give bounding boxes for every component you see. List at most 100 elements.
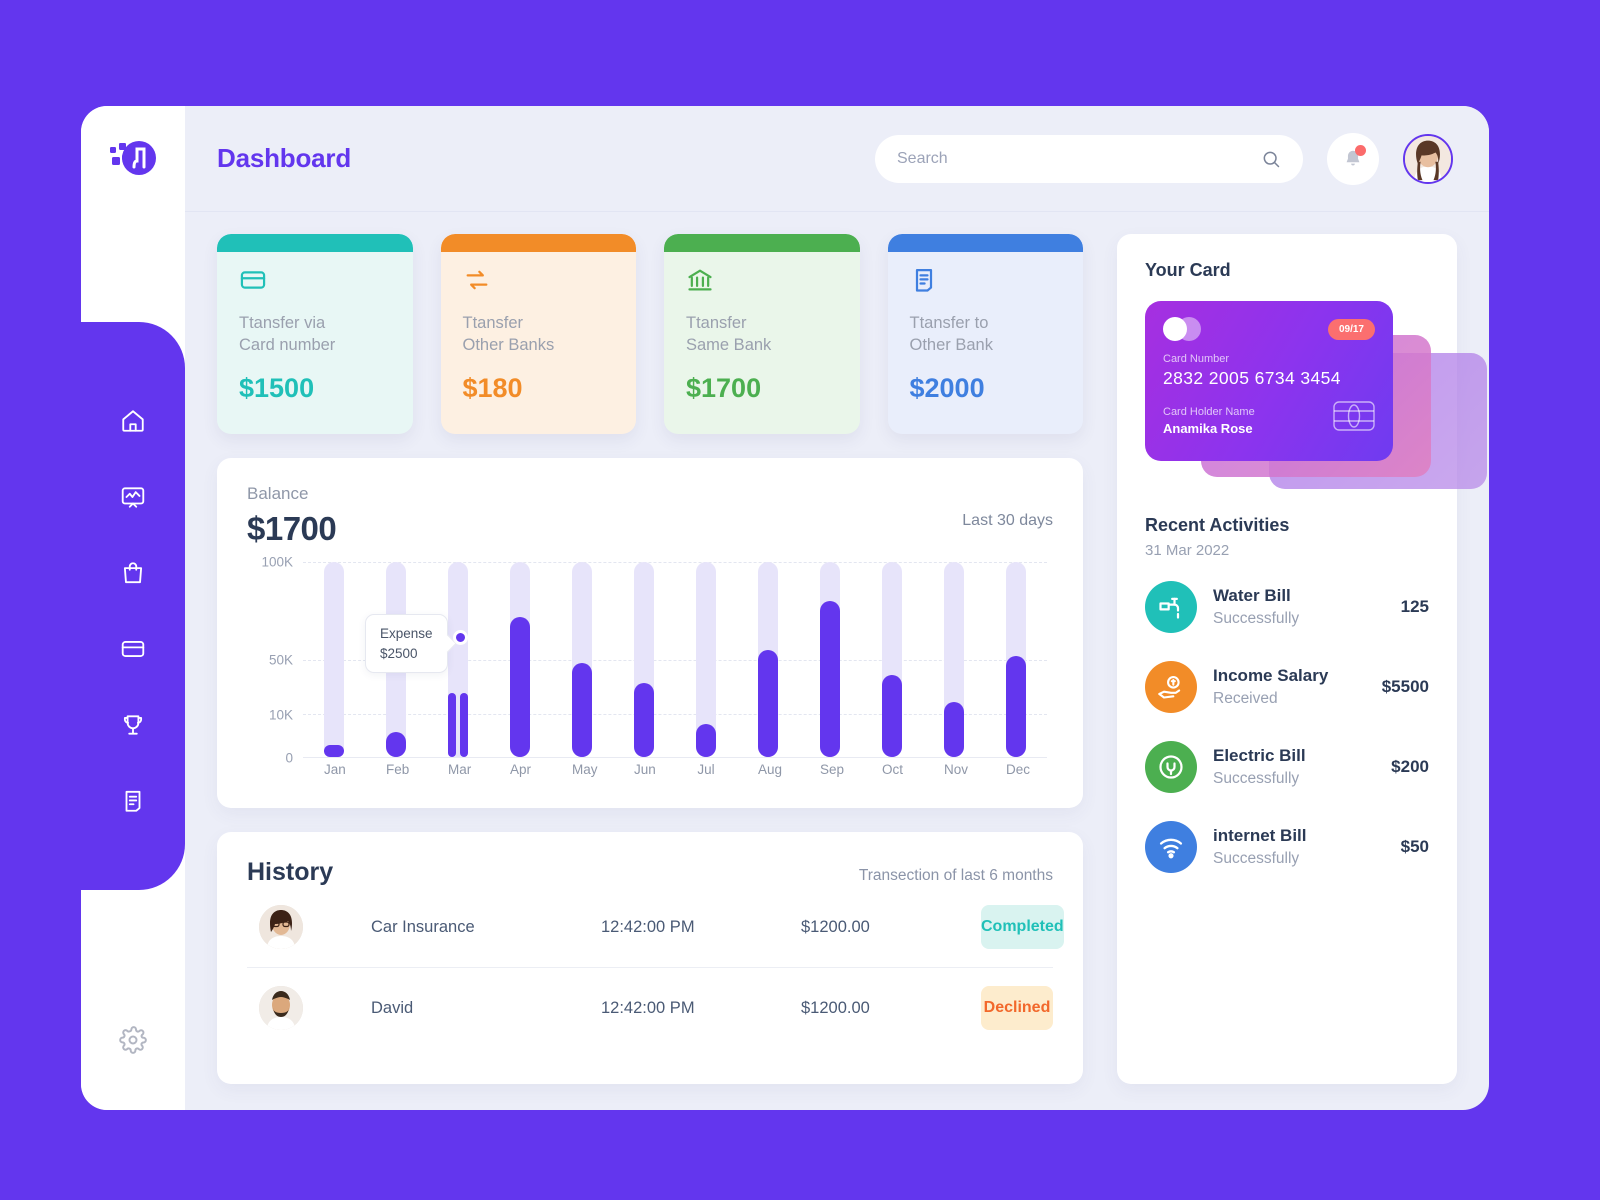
recent-activities-list: Water Bill Successfully 125 Income Salar… bbox=[1145, 581, 1429, 873]
card-chip-icon bbox=[1333, 401, 1375, 436]
status-badge[interactable]: Declined bbox=[981, 986, 1053, 1030]
chart-bar-dec[interactable] bbox=[1006, 562, 1026, 757]
stat-card-label: Ttansfer Same Bank bbox=[686, 314, 772, 355]
chart-y-tick: 50K bbox=[268, 652, 293, 668]
activity-status: Successfully bbox=[1213, 610, 1300, 627]
right-panel: Your Card 09/17 Card Number 2832 2005 67… bbox=[1117, 234, 1487, 1084]
table-row[interactable]: David 12:42:00 PM $1200.00 Declined bbox=[247, 968, 1053, 1048]
user-avatar[interactable] bbox=[1403, 133, 1453, 184]
app-logo[interactable] bbox=[81, 136, 185, 180]
chart-bar-aug[interactable] bbox=[758, 562, 778, 757]
stat-card-value: $1500 bbox=[239, 372, 315, 403]
activity-status: Successfully bbox=[1213, 770, 1300, 787]
history-subtitle: Transection of last 6 months bbox=[858, 867, 1053, 884]
chart-x-tick: Nov bbox=[944, 762, 969, 777]
sidebar-item-rewards[interactable] bbox=[118, 710, 148, 740]
chart-bar-sep[interactable] bbox=[820, 562, 840, 757]
your-card-title: Your Card bbox=[1145, 260, 1231, 280]
sidebar-item-home[interactable] bbox=[118, 406, 148, 436]
status-badge[interactable]: Completed bbox=[981, 905, 1064, 949]
search-input[interactable] bbox=[897, 149, 1261, 168]
chart-y-tick: 0 bbox=[285, 750, 293, 766]
chart-bar-nov[interactable] bbox=[944, 562, 964, 757]
chart-bar-jul[interactable] bbox=[696, 562, 716, 757]
chart-bar-fill bbox=[572, 663, 592, 757]
bank-card-bottom: Card Holder Name Anamika Rose bbox=[1163, 401, 1375, 436]
sidebar-item-settings[interactable] bbox=[81, 1026, 185, 1054]
chart-bar-mar[interactable] bbox=[448, 562, 468, 757]
chart-tooltip: Expense $2500 bbox=[365, 614, 448, 674]
search-box[interactable] bbox=[875, 134, 1303, 183]
stat-card-transfer-card-number[interactable]: Ttansfer via Card number $1500 bbox=[217, 234, 413, 434]
tooltip-amount: $2500 bbox=[380, 645, 418, 661]
power-plug-icon bbox=[1145, 741, 1197, 793]
stat-card-transfer-other-bank[interactable]: Ttansfer to Other Bank $2000 bbox=[887, 234, 1083, 434]
activity-status: Received bbox=[1213, 690, 1278, 707]
activity-text: internet Bill Successfully bbox=[1213, 826, 1307, 868]
bank-card-top: 09/17 bbox=[1163, 317, 1375, 341]
activity-text: Income Salary Received bbox=[1213, 666, 1328, 708]
stat-card-transfer-other-banks[interactable]: Ttansfer Other Banks $180 bbox=[440, 234, 636, 434]
chart-y-axis: 100K 50K 10K 0 bbox=[247, 555, 293, 766]
chart-tooltip-marker bbox=[453, 630, 468, 645]
history-item-name: David bbox=[371, 998, 414, 1017]
chart-bar-fill bbox=[882, 675, 902, 757]
chart-bar-fill bbox=[1006, 655, 1026, 757]
chart-bar-apr[interactable] bbox=[510, 562, 530, 757]
chart-bar-may[interactable] bbox=[572, 562, 592, 757]
bank-card-front[interactable]: 09/17 Card Number 2832 2005 6734 3454 Ca… bbox=[1145, 301, 1393, 461]
avatar bbox=[259, 986, 303, 1030]
activity-text: Water Bill Successfully bbox=[1213, 586, 1299, 628]
sidebar-item-shopping[interactable] bbox=[118, 558, 148, 588]
history-item-name: Car Insurance bbox=[371, 917, 475, 936]
page-title: Dashboard bbox=[217, 143, 352, 173]
receipt-icon bbox=[910, 266, 1062, 298]
stat-card-transfer-same-bank[interactable]: Ttansfer Same Bank $1700 bbox=[664, 234, 860, 434]
card-number-value: 2832 2005 6734 3454 bbox=[1163, 368, 1341, 388]
chart-bar-jun[interactable] bbox=[634, 562, 654, 757]
chart-bar-fill bbox=[944, 702, 964, 757]
chart-bar-fill bbox=[386, 731, 406, 757]
chart-x-tick: Sep bbox=[820, 762, 845, 777]
activity-status: Successfully bbox=[1213, 850, 1300, 867]
card-accent-strip bbox=[664, 234, 860, 252]
balance-bar-chart: 100K 50K 10K 0 Jan Feb Mar Apr May Jun Jul Aug Sep O… bbox=[247, 555, 1053, 794]
list-item[interactable]: Water Bill Successfully 125 bbox=[1145, 581, 1429, 633]
history-title: History bbox=[247, 858, 334, 886]
chart-bar-fill bbox=[696, 723, 716, 757]
chart-x-tick: Mar bbox=[448, 762, 472, 777]
chart-bar-fill bbox=[510, 616, 530, 757]
chart-x-tick: Aug bbox=[758, 762, 783, 777]
list-item[interactable]: Income Salary Received $5500 bbox=[1145, 661, 1429, 713]
chart-bar-jan[interactable] bbox=[324, 562, 344, 757]
notification-button[interactable] bbox=[1327, 132, 1379, 185]
transfer-arrows-icon bbox=[463, 266, 615, 298]
stat-card-value: $180 bbox=[462, 372, 523, 403]
stat-card-value: $1700 bbox=[686, 372, 762, 403]
chart-bar-oct[interactable] bbox=[882, 562, 902, 757]
content-area: Ttansfer via Card number $1500 Ttansfer … bbox=[185, 212, 1489, 1110]
sidebar bbox=[81, 106, 185, 1110]
sidebar-item-analytics[interactable] bbox=[118, 482, 148, 512]
sidebar-item-cards[interactable] bbox=[118, 634, 148, 664]
card-accent-strip bbox=[440, 234, 636, 252]
search-icon bbox=[1261, 149, 1281, 169]
sidebar-item-invoices[interactable] bbox=[118, 786, 148, 816]
card-holder-label: Card Holder Name bbox=[1163, 406, 1255, 418]
chart-x-tick: Jul bbox=[697, 762, 715, 777]
table-row[interactable]: Car Insurance 12:42:00 PM $1200.00 Compl… bbox=[247, 887, 1064, 968]
recent-activities-title: Recent Activities bbox=[1145, 515, 1290, 535]
history-item-amount: $1200.00 bbox=[801, 917, 870, 936]
notification-badge bbox=[1355, 144, 1366, 156]
card-holder-name: Anamika Rose bbox=[1163, 421, 1253, 436]
card-expiry-badge: 09/17 bbox=[1327, 318, 1375, 340]
recent-activities-date: 31 Mar 2022 bbox=[1145, 542, 1230, 559]
activity-amount: $5500 bbox=[1381, 677, 1429, 696]
chart-bar-fill bbox=[324, 745, 344, 757]
list-item[interactable]: internet Bill Successfully $50 bbox=[1145, 821, 1429, 873]
list-item[interactable]: Electric Bill Successfully $200 bbox=[1145, 741, 1429, 793]
activity-name: Water Bill bbox=[1213, 586, 1291, 605]
balance-value: $1700 bbox=[247, 510, 337, 547]
balance-header: Balance $1700 Last 30 days bbox=[247, 484, 1053, 548]
stat-cards-row: Ttansfer via Card number $1500 Ttansfer … bbox=[217, 234, 1083, 434]
